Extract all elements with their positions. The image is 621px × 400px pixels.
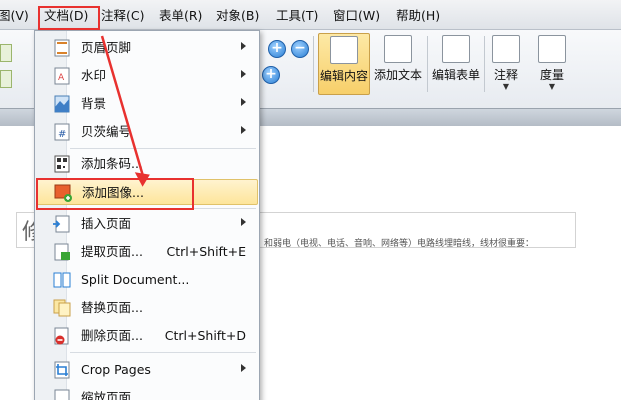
background-icon — [54, 95, 70, 113]
add-text-icon — [384, 35, 412, 63]
zoom-in-small-icon[interactable]: + — [262, 66, 280, 84]
chevron-down-icon: ▼ — [548, 82, 556, 91]
menu-comment[interactable]: 注释(C) — [101, 7, 144, 25]
delete-page-icon — [54, 327, 69, 345]
submenu-arrow-icon — [241, 42, 246, 50]
barcode-icon — [54, 155, 70, 173]
menu-item-split-document[interactable]: Split Document... — [36, 267, 258, 293]
menu-window[interactable]: 窗口(W) — [333, 7, 380, 25]
menu-item-insert-pages[interactable]: 插入页面 — [36, 211, 258, 237]
zoom-in-icon[interactable]: + — [268, 40, 286, 58]
shortcut-extract: Ctrl+Shift+E — [166, 244, 247, 259]
watermark-icon: A — [54, 67, 70, 85]
crop-icon — [54, 361, 70, 379]
ribbon-separator — [313, 36, 314, 92]
highlight-box-document-menu — [38, 6, 100, 30]
edit-content-icon — [330, 36, 358, 64]
split-document-icon — [53, 272, 71, 288]
submenu-arrow-icon — [241, 364, 246, 372]
shortcut-delete: Ctrl+Shift+D — [164, 328, 246, 343]
menu-item-background[interactable]: 背景 — [36, 91, 258, 117]
menu-item-delete-pages[interactable]: 删除页面... Ctrl+Shift+D — [36, 323, 258, 349]
submenu-arrow-icon — [241, 98, 246, 106]
submenu-arrow-icon — [241, 126, 246, 134]
chevron-down-icon: ▼ — [502, 82, 510, 91]
zoom-out-icon[interactable]: − — [291, 40, 309, 58]
highlight-box-add-image — [36, 178, 194, 210]
menu-help[interactable]: 帮助(H) — [396, 7, 440, 25]
bates-number-icon: # — [54, 123, 70, 141]
menu-item-watermark[interactable]: A 水印 — [36, 63, 258, 89]
menu-tools[interactable]: 工具(T) — [276, 7, 318, 25]
edit-content-button[interactable]: 编辑内容 — [318, 33, 370, 95]
menu-item-resize-pages[interactable]: 缩放页面 — [36, 385, 258, 400]
menu-item-replace-pages[interactable]: 替换页面... — [36, 295, 258, 321]
annotation-button[interactable]: 注释 ▼ — [488, 33, 524, 95]
menu-separator — [70, 352, 256, 353]
ribbon-separator — [484, 36, 485, 92]
submenu-arrow-icon — [241, 70, 246, 78]
extract-page-icon — [54, 243, 70, 261]
resize-page-icon — [54, 389, 70, 400]
annotation-icon — [492, 35, 520, 63]
annotation-label: 注释 — [493, 68, 518, 82]
menu-item-add-barcode[interactable]: 添加条码... — [36, 151, 258, 177]
measure-label: 度量 — [539, 68, 564, 82]
arrow-left-icon[interactable] — [0, 44, 12, 62]
add-text-button[interactable]: 添加文本 — [372, 33, 424, 95]
menu-item-header-footer[interactable]: 页眉页脚 — [36, 35, 258, 61]
arrow-right-icon[interactable] — [0, 70, 12, 88]
menu-separator — [70, 148, 256, 149]
header-footer-icon — [54, 39, 70, 57]
document-body-line: 和弱电（电视、电话、音响、网络等）电路线埋暗线，线材很重要： — [264, 239, 535, 249]
menu-item-bates-numbering[interactable]: # 贝茨编号 — [36, 119, 258, 145]
edit-content-label: 编辑内容 — [319, 69, 368, 83]
menu-object[interactable]: 对象(B) — [216, 7, 259, 25]
measure-icon — [538, 35, 566, 63]
menu-item-extract-pages[interactable]: 提取页面... Ctrl+Shift+E — [36, 239, 258, 265]
add-text-label: 添加文本 — [373, 68, 422, 82]
edit-form-icon — [442, 35, 470, 63]
replace-page-icon — [53, 299, 71, 317]
measure-button[interactable]: 度量 ▼ — [534, 33, 570, 95]
svg-text:A: A — [58, 73, 65, 83]
svg-text:#: # — [58, 129, 66, 140]
submenu-arrow-icon — [241, 218, 246, 226]
ribbon-separator — [427, 36, 428, 92]
menu-form[interactable]: 表单(R) — [159, 7, 202, 25]
menu-view[interactable]: 图(V) — [0, 7, 29, 25]
edit-form-button[interactable]: 编辑表单 — [430, 33, 482, 95]
insert-page-icon — [53, 215, 70, 233]
menu-item-crop-pages[interactable]: Crop Pages — [36, 357, 258, 383]
edit-form-label: 编辑表单 — [431, 68, 480, 82]
